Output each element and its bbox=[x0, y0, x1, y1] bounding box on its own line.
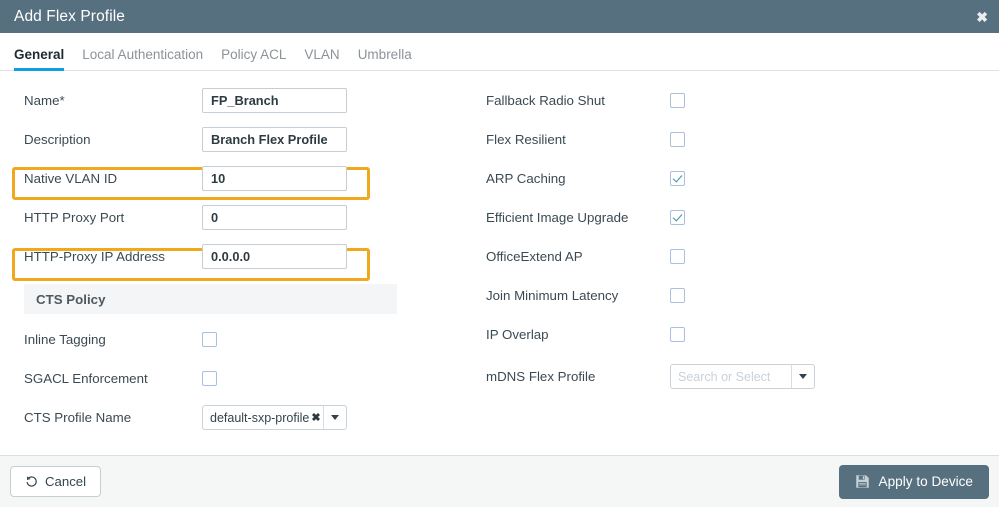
dialog-header: Add Flex Profile ✖ bbox=[0, 0, 999, 33]
http-proxy-port-input[interactable] bbox=[202, 205, 347, 230]
ip-overlap-checkbox[interactable] bbox=[670, 327, 685, 342]
form-row-cts-profile-name: CTS Profile Name default-sxp-profile ✖ bbox=[12, 398, 462, 437]
form-row-officeextend-ap: OfficeExtend AP bbox=[480, 237, 999, 276]
label-native-vlan-id: Native VLAN ID bbox=[24, 171, 118, 186]
form-row-inline-tagging: Inline Tagging bbox=[12, 320, 462, 359]
label-http-proxy-port: HTTP Proxy Port bbox=[24, 210, 125, 225]
arp-caching-checkbox[interactable] bbox=[670, 171, 685, 186]
form-row-flex-resilient: Flex Resilient bbox=[480, 120, 999, 159]
flex-resilient-checkbox[interactable] bbox=[670, 132, 685, 147]
remove-tag-icon[interactable]: ✖ bbox=[311, 411, 320, 424]
tab-bar: General Local Authentication Policy ACL … bbox=[0, 33, 999, 71]
label-inline-tagging: Inline Tagging bbox=[24, 332, 106, 347]
officeextend-ap-checkbox[interactable] bbox=[670, 249, 685, 264]
form-row-join-minimum-latency: Join Minimum Latency bbox=[480, 276, 999, 315]
label-cts-profile-name: CTS Profile Name bbox=[24, 410, 132, 425]
cancel-button-label: Cancel bbox=[45, 474, 87, 489]
close-icon[interactable]: ✖ bbox=[976, 10, 988, 24]
form-row-efficient-image-upgrade: Efficient Image Upgrade bbox=[480, 198, 999, 237]
form-row-name: Name* bbox=[12, 81, 462, 120]
dialog-body: Name* Description Native VLAN ID HTTP Pr… bbox=[0, 71, 999, 455]
native-vlan-id-input[interactable] bbox=[202, 166, 347, 191]
tab-vlan[interactable]: VLAN bbox=[304, 47, 339, 70]
form-row-arp-caching: ARP Caching bbox=[480, 159, 999, 198]
chevron-down-icon bbox=[331, 415, 339, 420]
form-row-http-proxy-ip: HTTP-Proxy IP Address bbox=[12, 237, 462, 276]
tab-umbrella[interactable]: Umbrella bbox=[358, 47, 412, 70]
form-row-http-proxy-port: HTTP Proxy Port bbox=[12, 198, 462, 237]
add-flex-profile-dialog: Add Flex Profile ✖ General Local Authent… bbox=[0, 0, 999, 507]
tab-general[interactable]: General bbox=[14, 47, 65, 71]
label-officeextend-ap: OfficeExtend AP bbox=[486, 249, 583, 264]
http-proxy-ip-input[interactable] bbox=[202, 244, 347, 269]
sgacl-enforcement-checkbox[interactable] bbox=[202, 371, 217, 386]
description-input[interactable] bbox=[202, 127, 347, 152]
undo-icon bbox=[26, 476, 37, 487]
mdns-flex-profile-placeholder: Search or Select bbox=[678, 369, 771, 384]
label-arp-caching: ARP Caching bbox=[486, 171, 566, 186]
fallback-radio-shut-checkbox[interactable] bbox=[670, 93, 685, 108]
mdns-flex-profile-select[interactable]: Search or Select bbox=[670, 364, 815, 389]
label-flex-resilient: Flex Resilient bbox=[486, 132, 566, 147]
label-join-minimum-latency: Join Minimum Latency bbox=[486, 288, 619, 303]
label-efficient-image-upgrade: Efficient Image Upgrade bbox=[486, 210, 629, 225]
cts-profile-name-select[interactable]: default-sxp-profile ✖ bbox=[202, 405, 347, 430]
form-row-description: Description bbox=[12, 120, 462, 159]
form-row-mdns-flex-profile: mDNS Flex Profile Search or Select bbox=[480, 357, 999, 396]
cts-profile-tag-label: default-sxp-profile bbox=[210, 410, 310, 425]
label-description: Description bbox=[24, 132, 91, 147]
form-row-ip-overlap: IP Overlap bbox=[480, 315, 999, 354]
dialog-title: Add Flex Profile bbox=[14, 7, 126, 25]
left-form-column: Name* Description Native VLAN ID HTTP Pr… bbox=[0, 81, 462, 455]
label-fallback-radio-shut: Fallback Radio Shut bbox=[486, 93, 605, 108]
join-minimum-latency-checkbox[interactable] bbox=[670, 288, 685, 303]
mdns-dropdown-toggle[interactable] bbox=[791, 365, 814, 388]
apply-to-device-button[interactable]: Apply to Device bbox=[838, 464, 989, 499]
form-row-native-vlan-id: Native VLAN ID bbox=[12, 159, 462, 198]
label-sgacl-enforcement: SGACL Enforcement bbox=[24, 371, 148, 386]
tab-local-authentication[interactable]: Local Authentication bbox=[82, 47, 203, 70]
cts-profile-selected-tag: default-sxp-profile ✖ bbox=[203, 406, 323, 429]
tab-policy-acl[interactable]: Policy ACL bbox=[221, 47, 286, 70]
cts-policy-title: CTS Policy bbox=[36, 291, 106, 307]
right-form-column: Fallback Radio Shut Flex Resilient ARP C… bbox=[462, 81, 999, 455]
chevron-down-icon bbox=[799, 374, 807, 379]
cts-policy-section-header: CTS Policy bbox=[24, 284, 397, 314]
cancel-button[interactable]: Cancel bbox=[10, 466, 102, 497]
form-row-sgacl-enforcement: SGACL Enforcement bbox=[12, 359, 462, 398]
label-ip-overlap: IP Overlap bbox=[486, 327, 549, 342]
efficient-image-upgrade-checkbox[interactable] bbox=[670, 210, 685, 225]
label-http-proxy-ip-address: HTTP-Proxy IP Address bbox=[24, 249, 165, 264]
save-icon bbox=[855, 475, 869, 488]
cts-profile-dropdown-toggle[interactable] bbox=[323, 406, 346, 429]
label-mdns-flex-profile: mDNS Flex Profile bbox=[486, 369, 596, 384]
name-input[interactable] bbox=[202, 88, 347, 113]
inline-tagging-checkbox[interactable] bbox=[202, 332, 217, 347]
dialog-footer: Cancel Apply to Device bbox=[0, 455, 999, 507]
apply-button-label: Apply to Device bbox=[878, 474, 973, 489]
label-name: Name* bbox=[24, 93, 65, 108]
form-row-fallback-radio-shut: Fallback Radio Shut bbox=[480, 81, 999, 120]
